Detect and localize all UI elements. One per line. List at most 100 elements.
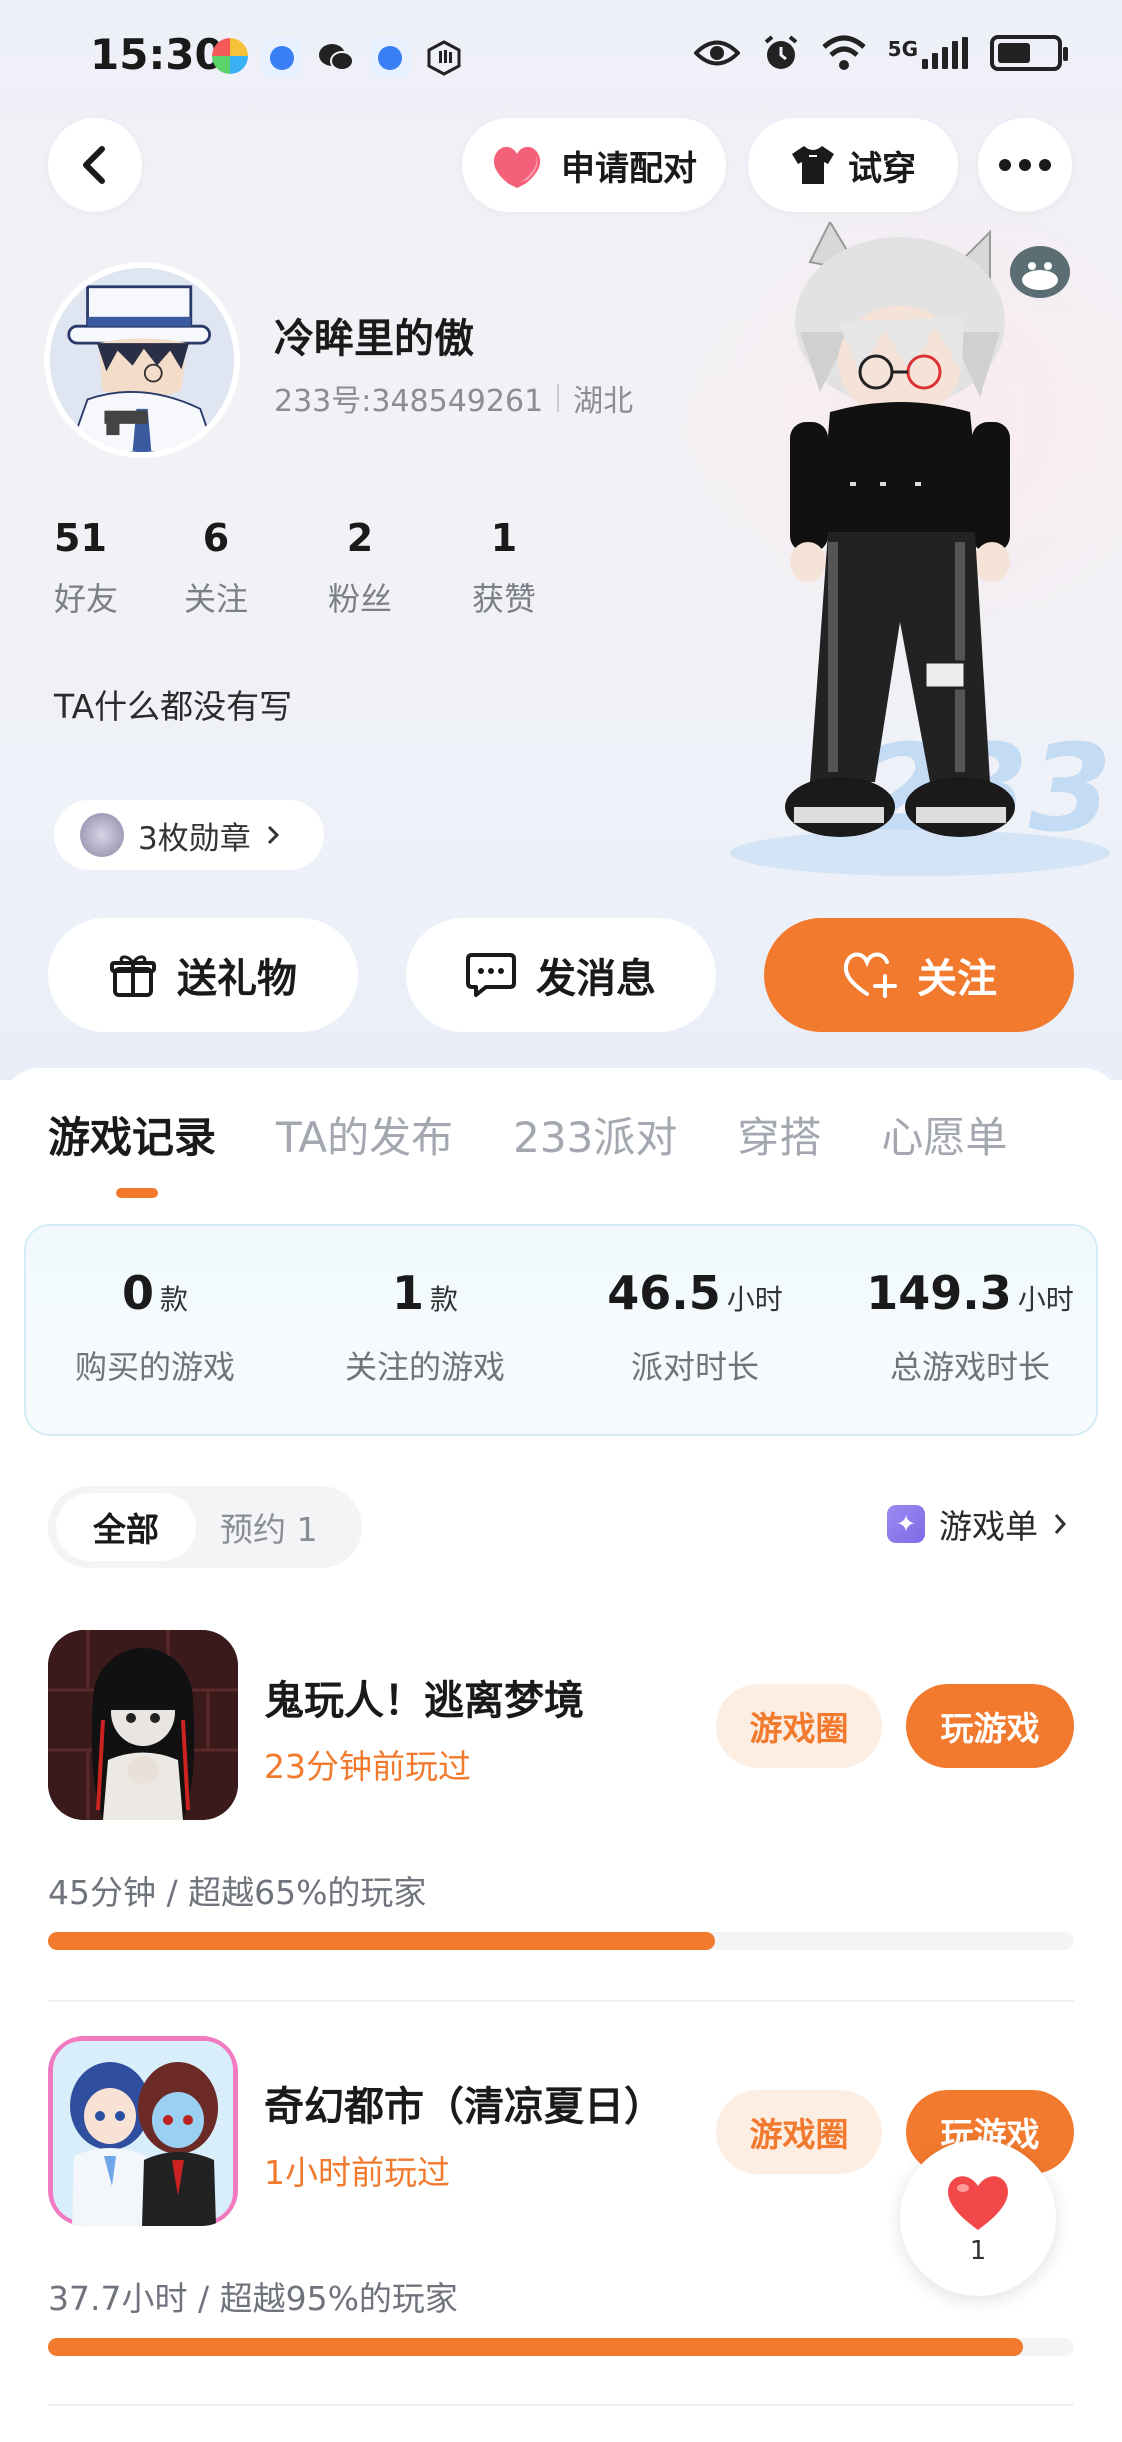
progress-fill (48, 2338, 1023, 2356)
avatar-image (50, 268, 234, 452)
filter-all[interactable]: 全部 (56, 1493, 196, 1561)
wifi-icon (821, 35, 866, 70)
filter-reserved[interactable]: 预约 1 (220, 1486, 318, 1568)
send-message-button[interactable]: 发消息 (406, 918, 716, 1032)
app-notification-icon (212, 38, 248, 74)
game-stat-unit: 小时 (1017, 1283, 1074, 1316)
avatar-character[interactable] (750, 222, 1110, 862)
game-stat-label: 关注的游戏 (344, 1348, 505, 1386)
gift-icon (110, 955, 156, 997)
stat-value: 2 (346, 516, 374, 560)
eye-icon (693, 40, 740, 66)
wechat-icon (316, 38, 356, 78)
divider (48, 2404, 1074, 2406)
badges-button[interactable]: 3枚勋章 (54, 800, 324, 870)
game-stat-purchased: 0款 购买的游戏 (60, 1266, 250, 1388)
game-circle-button[interactable]: 游戏圈 (716, 1684, 882, 1768)
send-gift-button[interactable]: 送礼物 (48, 918, 358, 1032)
profile-header: 15:30 5G 申请配对 试穿 冷眸里的傲 233号:348549261 湖北… (0, 0, 1122, 1080)
alarm-icon (764, 35, 797, 69)
game-icon[interactable] (48, 1630, 238, 1820)
playtime-progress (48, 1932, 1074, 1950)
network-type: 5G (887, 37, 918, 61)
back-arrow-icon (83, 146, 105, 184)
message-icon (466, 953, 516, 997)
game-stat-label: 总游戏时长 (889, 1348, 1050, 1386)
game-stat-unit: 款 (160, 1283, 189, 1316)
game-stat-total-time: 149.3 小时 总游戏时长 (862, 1266, 1078, 1388)
request-pair-label: 申请配对 (561, 148, 697, 189)
tab-outfits[interactable]: 穿搭 (737, 1104, 821, 1165)
send-message-label: 发消息 (536, 956, 656, 1002)
bio: TA什么都没有写 (54, 687, 293, 726)
separator (557, 384, 560, 412)
stat-value: 51 (54, 516, 107, 560)
send-gift-label: 送礼物 (177, 956, 297, 1002)
progress-fill (48, 1932, 715, 1950)
user-id[interactable]: 233号:348549261 (274, 376, 543, 420)
game-stat-label: 购买的游戏 (74, 1348, 235, 1386)
profile-tabs: 游戏记录 TA的发布 233派对 穿搭 心愿单 (48, 1104, 1007, 1165)
game-stat-value: 0 (121, 1266, 154, 1320)
stat-likes[interactable]: 1 获赞 (432, 516, 576, 620)
stat-fans[interactable]: 2 粉丝 (288, 516, 432, 620)
stat-value: 1 (490, 516, 518, 560)
game-stat-value: 149.3 (866, 1266, 1012, 1320)
status-time: 15:30 (90, 30, 224, 79)
tab-wishlist[interactable]: 心愿单 (881, 1104, 1007, 1165)
uid-region-line: 233号:348549261 湖北 (274, 376, 633, 420)
game-stat-value: 46.5 (607, 1266, 721, 1320)
more-button[interactable] (978, 118, 1072, 212)
game-list-label: 游戏单 (939, 1507, 1038, 1546)
follow-button[interactable]: 关注 (764, 918, 1074, 1032)
more-icon (999, 159, 1051, 171)
game-stats-card: 0款 购买的游戏 1款 关注的游戏 46.5 小时 派对时长 149.3 小时 总游… (24, 1224, 1098, 1436)
stat-friends[interactable]: 51 好友 (54, 516, 144, 620)
try-on-label: 试穿 (848, 148, 916, 189)
nickname: 冷眸里的傲 (274, 316, 474, 362)
avatar[interactable] (44, 262, 240, 458)
game-stat-label: 派对时长 (630, 1348, 759, 1386)
game-list-link[interactable]: ✦ 游戏单 (887, 1500, 1068, 1548)
system-indicators: 5G (693, 34, 1068, 72)
follow-label: 关注 (917, 956, 997, 1002)
tab-233-party[interactable]: 233派对 (513, 1104, 677, 1165)
like-count: 1 (969, 2236, 987, 2266)
medal-icon (80, 813, 124, 857)
stat-following[interactable]: 6 关注 (144, 516, 288, 620)
game-stat-followed: 1款 关注的游戏 (330, 1266, 520, 1388)
chevron-right-icon (267, 825, 279, 845)
game-title: 鬼玩人！逃离梦境 (264, 1678, 584, 1724)
last-played: 23分钟前玩过 (264, 1747, 471, 1786)
stat-label: 获赞 (471, 580, 536, 618)
tshirt-icon (792, 146, 834, 184)
like-button[interactable]: 1 (900, 2140, 1056, 2296)
game-circle-button[interactable]: 游戏圈 (716, 2090, 882, 2174)
stat-label: 粉丝 (327, 580, 392, 618)
active-tab-indicator (116, 1188, 158, 1198)
play-game-button[interactable]: 玩游戏 (906, 1684, 1074, 1768)
game-playtime: 37.7小时 / 超越95%的玩家 (48, 2279, 458, 2318)
sparkle-icon: ✦ (887, 1505, 925, 1543)
profile-stats: 51 好友 6 关注 2 粉丝 1 获赞 (54, 516, 576, 620)
hand-shield-icon (424, 38, 464, 78)
tab-game-records[interactable]: 游戏记录 (48, 1104, 216, 1165)
chevron-right-icon (1054, 1514, 1067, 1534)
region: 湖北 (573, 384, 634, 419)
heart-plus-icon (843, 952, 897, 998)
signal-icon (922, 37, 968, 69)
back-button[interactable] (48, 118, 142, 212)
game-playtime: 45分钟 / 超越65%的玩家 (48, 1873, 427, 1912)
try-on-button[interactable]: 试穿 (748, 118, 958, 212)
game-icon[interactable] (48, 2036, 238, 2226)
tab-posts[interactable]: TA的发布 (276, 1104, 453, 1165)
last-played: 1小时前玩过 (264, 2153, 450, 2192)
game-stat-party-time: 46.5 小时 派对时长 (600, 1266, 790, 1388)
heart-icon (948, 2176, 1008, 2230)
game-stat-unit: 款 (430, 1283, 459, 1316)
game-title: 奇幻都市（清凉夏日） (264, 2084, 664, 2130)
notification-icons (212, 38, 464, 78)
battery-icon (990, 35, 1068, 71)
request-pair-button[interactable]: 申请配对 (462, 118, 726, 212)
divider (48, 2000, 1074, 2002)
